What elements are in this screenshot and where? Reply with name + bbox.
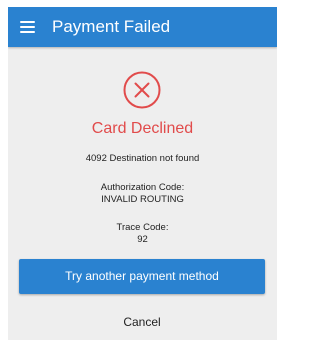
status-title: Card Declined: [91, 120, 194, 137]
authorization-code-label: Authorization Code:: [100, 182, 185, 193]
authorization-code-value: INVALID ROUTING: [101, 194, 184, 205]
payment-failed-screen: Payment Failed Card Declined 4092 Destin…: [8, 7, 277, 340]
trace-code-label: Trace Code:: [116, 222, 169, 233]
error-message: 4092 Destination not found: [85, 153, 200, 164]
hamburger-menu-icon[interactable]: [20, 21, 35, 33]
error-circle-x-icon: [123, 71, 161, 109]
app-bar-title: Payment Failed: [52, 17, 171, 36]
try-another-payment-method-button[interactable]: Try another payment method: [19, 259, 265, 294]
app-bar: Payment Failed: [8, 7, 277, 47]
trace-code-value: 92: [137, 234, 148, 245]
cancel-button[interactable]: Cancel: [92, 312, 192, 332]
